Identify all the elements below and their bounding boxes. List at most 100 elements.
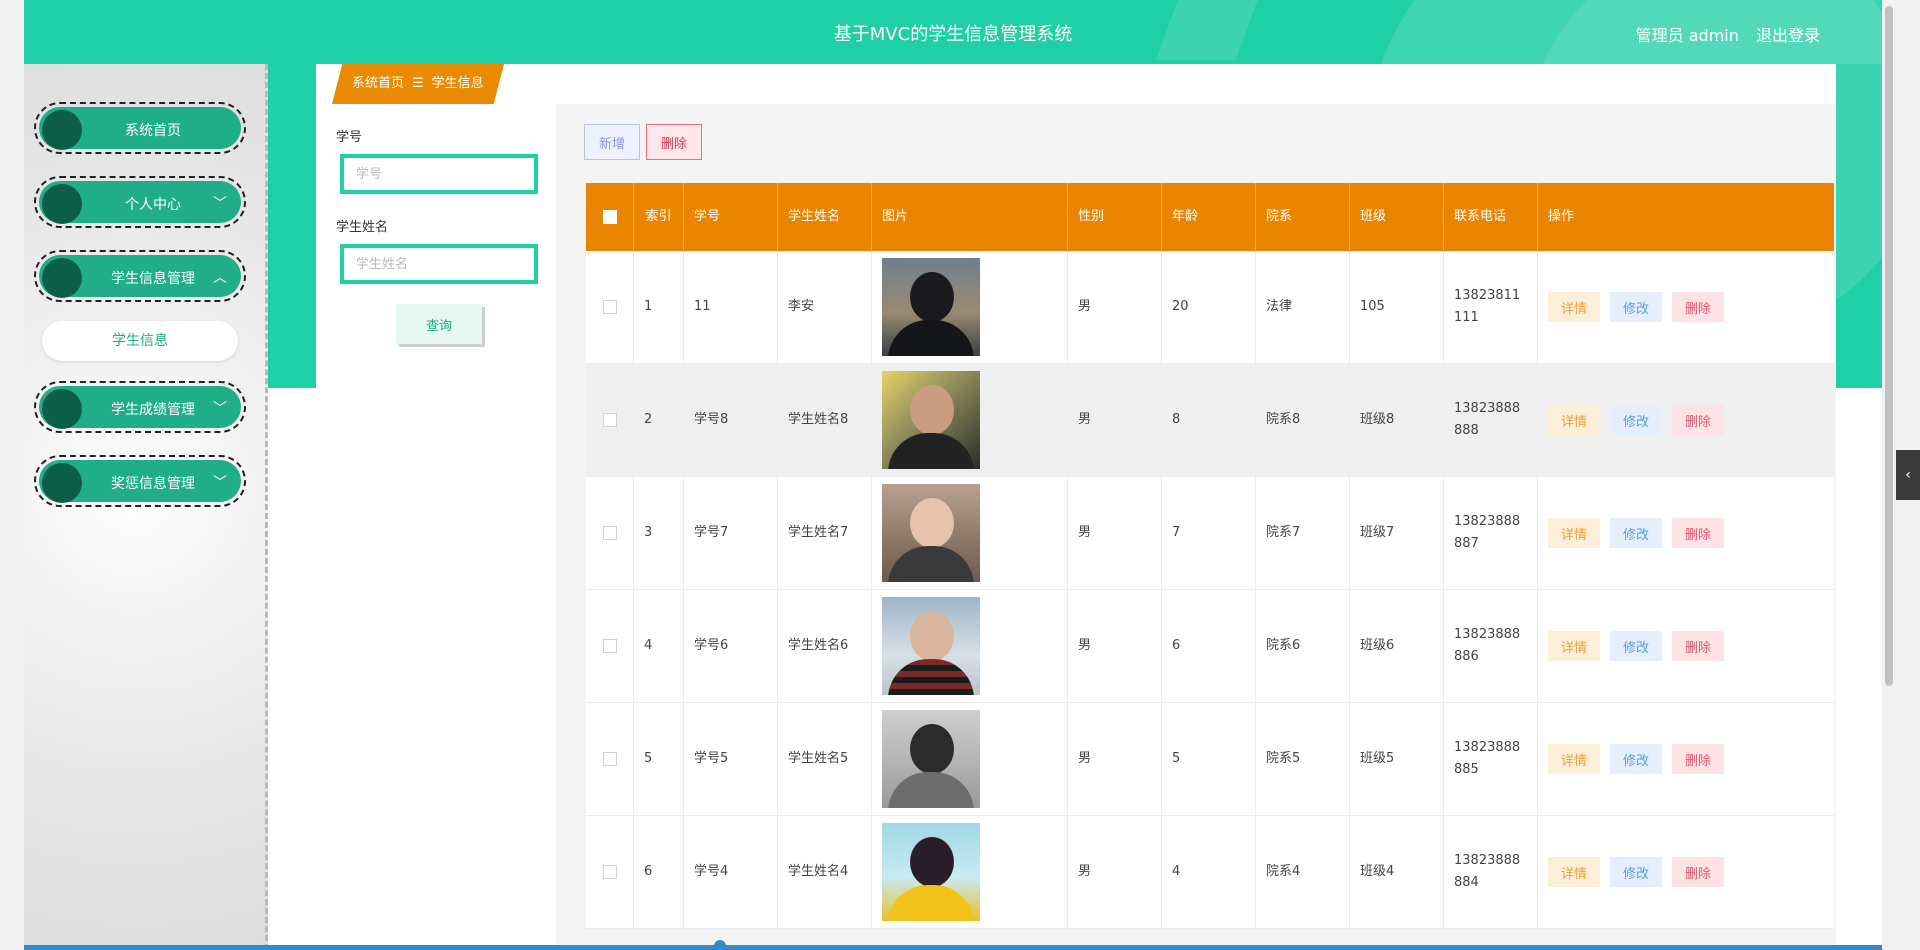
add-button[interactable]: 新增 (584, 124, 641, 160)
row-checkbox[interactable] (602, 413, 617, 427)
menu-pill: 奖惩信息管理 ﹀ (39, 460, 241, 503)
edit-button[interactable]: 修改 (1610, 744, 1663, 774)
student-table: 索引 学号 学生姓名 图片 性别 年龄 院系 班级 联系电话 操作 1 11 李… (586, 183, 1834, 929)
menu-circle-icon (42, 463, 82, 503)
sidebar-item-home[interactable]: 系统首页 (34, 102, 246, 154)
query-button[interactable]: 查询 (396, 304, 482, 344)
detail-button[interactable]: 详情 (1548, 631, 1601, 661)
menu-circle-icon (42, 389, 82, 429)
delete-button[interactable]: 删除 (1672, 518, 1725, 548)
cell-student-name: 学生姓名8 (778, 364, 872, 476)
cell-age: 5 (1162, 703, 1256, 815)
row-checkbox[interactable] (602, 865, 617, 879)
system-title: 基于MVC的学生信息管理系统 (833, 24, 1073, 45)
photo-figure (910, 498, 954, 548)
student-name-input[interactable] (340, 244, 538, 284)
delete-button[interactable]: 删除 (1672, 292, 1725, 322)
cell-department: 院系4 (1256, 816, 1350, 928)
breadcrumb-home[interactable]: 系统首页 (352, 76, 404, 91)
delete-button[interactable]: 删除 (1672, 857, 1725, 887)
sidebar-item-reward-mgmt[interactable]: 奖惩信息管理 ﹀ (34, 455, 246, 507)
row-checkbox[interactable] (602, 300, 617, 314)
menu-pill: 系统首页 (39, 107, 241, 150)
cell-class: 班级5 (1350, 703, 1444, 815)
cell-student-name: 学生姓名4 (778, 816, 872, 928)
logout-link[interactable]: 退出登录 (1756, 26, 1820, 45)
cell-photo (872, 590, 1068, 702)
edit-button[interactable]: 修改 (1610, 857, 1663, 887)
cell-actions: 详情 修改 删除 (1538, 251, 1834, 363)
cell-department: 法律 (1256, 251, 1350, 363)
menu-circle-icon (42, 258, 82, 298)
header-department: 院系 (1256, 183, 1350, 251)
detail-button[interactable]: 详情 (1548, 518, 1601, 548)
select-all-checkbox[interactable] (602, 210, 617, 224)
table-header: 索引 学号 学生姓名 图片 性别 年龄 院系 班级 联系电话 操作 (586, 183, 1834, 251)
student-no-input[interactable] (340, 154, 538, 194)
header-actions: 操作 (1548, 209, 1575, 224)
batch-delete-button[interactable]: 删除 (646, 124, 703, 160)
sidebar-subitem-student-info[interactable]: 学生信息 (42, 321, 238, 361)
row-select (586, 703, 634, 815)
cell-class: 班级4 (1350, 816, 1444, 928)
table-row: 1 11 李安 男 20 法律 105 13823811111 详情 修改 删除 (586, 251, 1834, 364)
photo-figure (888, 772, 974, 808)
cell-photo (872, 251, 1068, 363)
student-photo (882, 371, 980, 469)
cell-class: 班级7 (1350, 477, 1444, 589)
slider-handle[interactable] (714, 940, 726, 950)
detail-button[interactable]: 详情 (1548, 744, 1601, 774)
cell-student-no: 11 (684, 251, 778, 363)
sidebar-item-student-info-mgmt[interactable]: 学生信息管理 ︿ (34, 250, 246, 302)
table-row: 6 学号4 学生姓名4 男 4 院系4 班级4 13823888884 详情 修… (586, 816, 1834, 929)
photo-figure (910, 837, 954, 887)
cell-student-name: 学生姓名6 (778, 590, 872, 702)
detail-button[interactable]: 详情 (1548, 857, 1601, 887)
row-checkbox[interactable] (602, 526, 617, 540)
student-photo (882, 597, 980, 695)
delete-button[interactable]: 删除 (1672, 744, 1725, 774)
cell-index: 5 (634, 703, 684, 815)
horizontal-scroll-thumb[interactable] (24, 945, 1882, 950)
row-checkbox[interactable] (602, 639, 617, 653)
chevron-left-icon[interactable]: ‹ (1896, 450, 1920, 500)
cell-gender: 男 (1068, 590, 1162, 702)
search-panel: 学号 学生姓名 查询 (316, 104, 556, 950)
chevron-up-icon: ︿ (213, 270, 227, 286)
table-row: 3 学号7 学生姓名7 男 7 院系7 班级7 13823888887 详情 修… (586, 477, 1834, 590)
cell-actions: 详情 修改 删除 (1538, 364, 1834, 476)
chevron-down-icon: ﹀ (213, 196, 227, 212)
table-row: 4 学号6 学生姓名6 男 6 院系6 班级6 13823888886 详情 修… (586, 590, 1834, 703)
edit-button[interactable]: 修改 (1610, 631, 1663, 661)
photo-figure (888, 433, 974, 469)
menu-pill: 学生信息管理 ︿ (39, 255, 241, 298)
menu-icon: ☰ (412, 76, 424, 91)
cell-age: 6 (1162, 590, 1256, 702)
cell-student-name: 学生姓名5 (778, 703, 872, 815)
horizontal-scrollbar[interactable] (24, 945, 1882, 950)
row-select (586, 477, 634, 589)
student-name-label: 学生姓名 (336, 220, 389, 235)
delete-button[interactable]: 删除 (1672, 405, 1725, 435)
cell-student-no: 学号4 (684, 816, 778, 928)
row-checkbox[interactable] (602, 752, 617, 766)
cell-age: 8 (1162, 364, 1256, 476)
cell-department: 院系7 (1256, 477, 1350, 589)
detail-button[interactable]: 详情 (1548, 405, 1601, 435)
cell-index: 4 (634, 590, 684, 702)
edit-button[interactable]: 修改 (1610, 292, 1663, 322)
row-select (586, 251, 634, 363)
edit-button[interactable]: 修改 (1610, 518, 1663, 548)
cell-actions: 详情 修改 删除 (1538, 816, 1834, 928)
chevron-down-icon: ﹀ (213, 401, 227, 417)
edit-button[interactable]: 修改 (1610, 405, 1663, 435)
sidebar-item-score-mgmt[interactable]: 学生成绩管理 ﹀ (34, 381, 246, 433)
detail-button[interactable]: 详情 (1548, 292, 1601, 322)
sidebar-item-personal-center[interactable]: 个人中心 ﹀ (34, 176, 246, 228)
header-select-all (586, 183, 634, 251)
vertical-scroll-thumb[interactable] (1885, 6, 1893, 686)
content-area: 新增 删除 索引 学号 学生姓名 图片 性别 年龄 院系 班级 联系电话 操作 (556, 104, 1836, 950)
vertical-scrollbar[interactable] (1882, 0, 1896, 950)
user-bar: 管理员 admin 退出登录 (1624, 22, 1820, 46)
delete-button[interactable]: 删除 (1672, 631, 1725, 661)
